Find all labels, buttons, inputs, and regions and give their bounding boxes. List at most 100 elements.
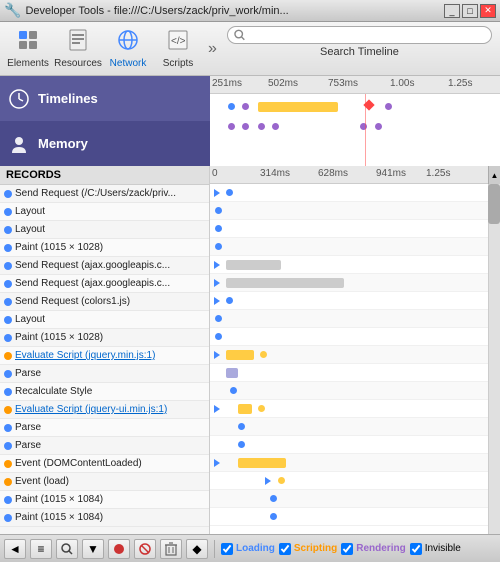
ruler-tick-5: 1.25s [448,78,472,89]
app-icon: 🔧 [4,2,21,19]
record-dot [4,208,12,216]
invisible-check-input[interactable] [410,543,422,555]
scripting-checkbox[interactable]: Scripting [279,543,337,555]
rec-bar [226,368,238,378]
rec-dot [215,315,222,322]
status-btn-record[interactable] [108,539,130,559]
elements-button[interactable]: Elements [4,25,52,73]
record-label: Parse [15,422,41,433]
record-row[interactable]: Layout [0,221,209,239]
search-area: Search Timeline [223,22,496,76]
status-btn-trash[interactable] [160,539,182,559]
records-content [210,184,500,534]
record-row[interactable]: Paint (1015 × 1028) [0,329,209,347]
record-row[interactable]: Evaluate Script (jquery.min.js:1) [0,347,209,365]
status-btn-filter[interactable]: ▼ [82,539,104,559]
rendering-check-input[interactable] [341,543,353,555]
record-label: Send Request (ajax.googleapis.c... [15,278,170,289]
scripting-check-input[interactable] [279,543,291,555]
search-box[interactable] [227,26,492,44]
scroll-up-arrow[interactable]: ▲ [488,166,500,184]
rec-dot [278,477,285,484]
rec-row [210,364,500,382]
memory-section[interactable]: Memory [0,121,210,166]
status-btn-list[interactable]: ≡ [30,539,52,559]
records-header: RECORDS [0,166,209,185]
title-bar: 🔧 Developer Tools - file:///C:/Users/zac… [0,0,500,22]
invisible-checkbox[interactable]: Invisible [410,543,461,555]
stop-icon [139,543,151,555]
rec-dot [215,207,222,214]
rendering-checkbox[interactable]: Rendering [341,543,405,555]
status-btn-stop[interactable] [134,539,156,559]
scrollbar-thumb[interactable] [488,184,500,224]
scripts-icon: </> [166,28,190,56]
record-dot [4,460,12,468]
timelines-section[interactable]: Timelines [0,76,210,121]
tl-dot [385,103,392,110]
record-row[interactable]: Send Request (/C:/Users/zack/priv... [0,185,209,203]
record-row[interactable]: Parse [0,365,209,383]
record-icon [114,544,124,554]
record-row[interactable]: Event (DOMContentLoaded) [0,455,209,473]
status-bar: ◄ ≡ ▼ ◆ Loading Scripting Rendering Invi… [0,534,500,562]
close-button[interactable]: ✕ [480,4,496,18]
record-dot [4,316,12,324]
minimize-button[interactable]: _ [444,4,460,18]
record-dot [4,226,12,234]
loading-check-input[interactable] [221,543,233,555]
record-row[interactable]: Evaluate Script (jquery-ui.min.js:1) [0,401,209,419]
rec-row [210,472,500,490]
tl-dot2 [375,123,382,130]
rec-row [210,454,500,472]
rec-row [210,346,500,364]
clock-icon [8,88,30,110]
status-btn-search[interactable] [56,539,78,559]
record-row[interactable]: Paint (1015 × 1084) [0,509,209,527]
rec-bar [226,278,344,288]
record-dot [4,388,12,396]
record-label: Paint (1015 × 1028) [15,242,103,253]
rec-row [210,256,500,274]
record-dot [4,514,12,522]
rec-bar [238,404,252,414]
memory-label: Memory [38,136,88,151]
rec-row [210,328,500,346]
rec-bar [238,458,286,468]
rec-tick-4: 941ms [376,168,406,179]
record-dot [4,298,12,306]
tl-dot [242,103,249,110]
record-row[interactable]: Send Request (ajax.googleapis.c... [0,257,209,275]
record-dot [4,244,12,252]
record-dot [4,370,12,378]
tl-dot2 [228,123,235,130]
more-button[interactable]: » [204,36,221,62]
record-dot [4,262,12,270]
network-button[interactable]: Network [104,25,152,73]
maximize-button[interactable]: □ [462,4,478,18]
search-icon [234,29,245,41]
record-row[interactable]: Send Request (colors1.js) [0,293,209,311]
record-row[interactable]: Paint (1015 × 1028) [0,239,209,257]
svg-text:</>: </> [171,36,186,47]
rec-triangle [265,477,271,485]
loading-checkbox[interactable]: Loading [221,543,275,555]
rec-row [210,202,500,220]
record-label: Paint (1015 × 1028) [15,332,103,343]
status-btn-anchor[interactable]: ◆ [186,539,208,559]
record-row[interactable]: Event (load) [0,473,209,491]
record-row[interactable]: Layout [0,203,209,221]
scripts-button[interactable]: </> Scripts [154,25,202,73]
timeline-marker [365,94,366,166]
record-row[interactable]: Layout [0,311,209,329]
record-row[interactable]: Parse [0,437,209,455]
search-input[interactable] [249,29,485,41]
status-btn-back[interactable]: ◄ [4,539,26,559]
record-row[interactable]: Paint (1015 × 1084) [0,491,209,509]
record-row[interactable]: Send Request (ajax.googleapis.c... [0,275,209,293]
record-row[interactable]: Recalculate Style [0,383,209,401]
scrollbar[interactable] [488,184,500,534]
record-row[interactable]: Parse [0,419,209,437]
record-label: Layout [15,206,45,217]
resources-button[interactable]: Resources [54,25,102,73]
